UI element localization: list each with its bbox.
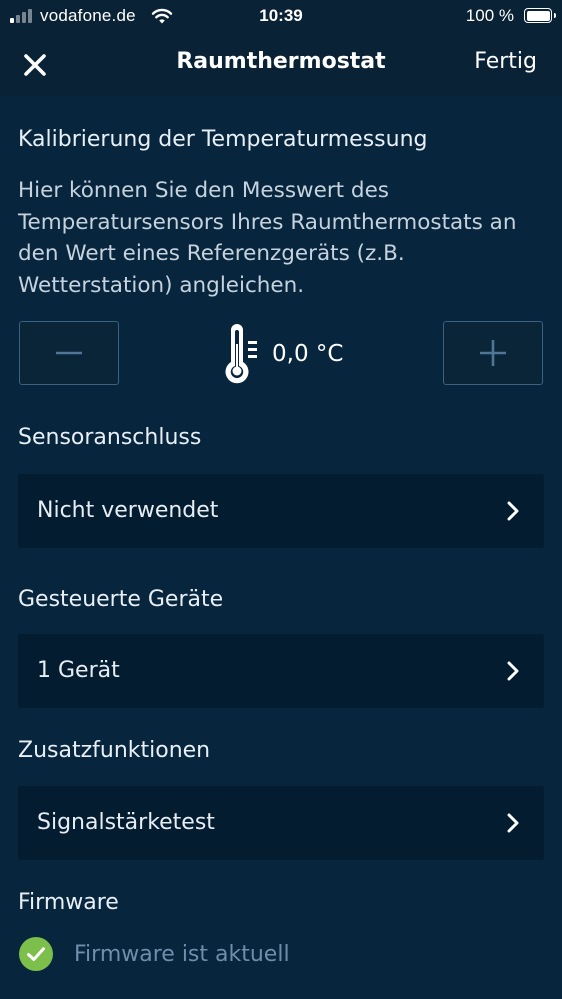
- sensor-connection-row[interactable]: Nicht verwendet: [18, 474, 544, 548]
- decrease-button[interactable]: [19, 321, 119, 385]
- chevron-right-icon: [507, 661, 519, 681]
- chevron-right-icon: [507, 501, 519, 521]
- temperature-offset-value: 0,0 °C: [272, 341, 344, 367]
- extras-heading: Zusatzfunktionen: [18, 738, 211, 763]
- firmware-status: Firmware ist aktuell: [18, 936, 290, 972]
- battery-percentage: 100 %: [465, 6, 514, 25]
- check-circle-icon: [19, 937, 53, 971]
- controlled-devices-row[interactable]: 1 Gerät: [18, 634, 544, 708]
- status-bar: vodafone.de 10:39 100 %: [0, 0, 562, 34]
- increase-button[interactable]: [443, 321, 543, 385]
- chevron-right-icon: [507, 813, 519, 833]
- done-button[interactable]: Fertig: [474, 49, 537, 74]
- signal-strength-test-label: Signalstärketest: [37, 810, 215, 835]
- sensor-heading: Sensoranschluss: [18, 425, 202, 450]
- calibration-heading: Kalibrierung der Temperaturmessung: [18, 127, 428, 152]
- controlled-devices-value: 1 Gerät: [37, 658, 120, 683]
- minus-icon: [56, 351, 82, 355]
- thermometer-icon: [225, 324, 257, 384]
- plus-icon: [480, 340, 506, 366]
- calibration-description: Hier können Sie den Messwert des Tempera…: [18, 178, 517, 298]
- firmware-heading: Firmware: [18, 890, 119, 915]
- sensor-connection-value: Nicht verwendet: [37, 498, 219, 523]
- battery-icon: [524, 8, 556, 23]
- navigation-bar: Raumthermostat Fertig: [0, 34, 562, 96]
- temperature-offset-display: 0,0 °C: [222, 322, 343, 386]
- signal-strength-test-row[interactable]: Signalstärketest: [18, 786, 544, 860]
- firmware-status-text: Firmware ist aktuell: [74, 941, 290, 967]
- devices-heading: Gesteuerte Geräte: [18, 587, 224, 612]
